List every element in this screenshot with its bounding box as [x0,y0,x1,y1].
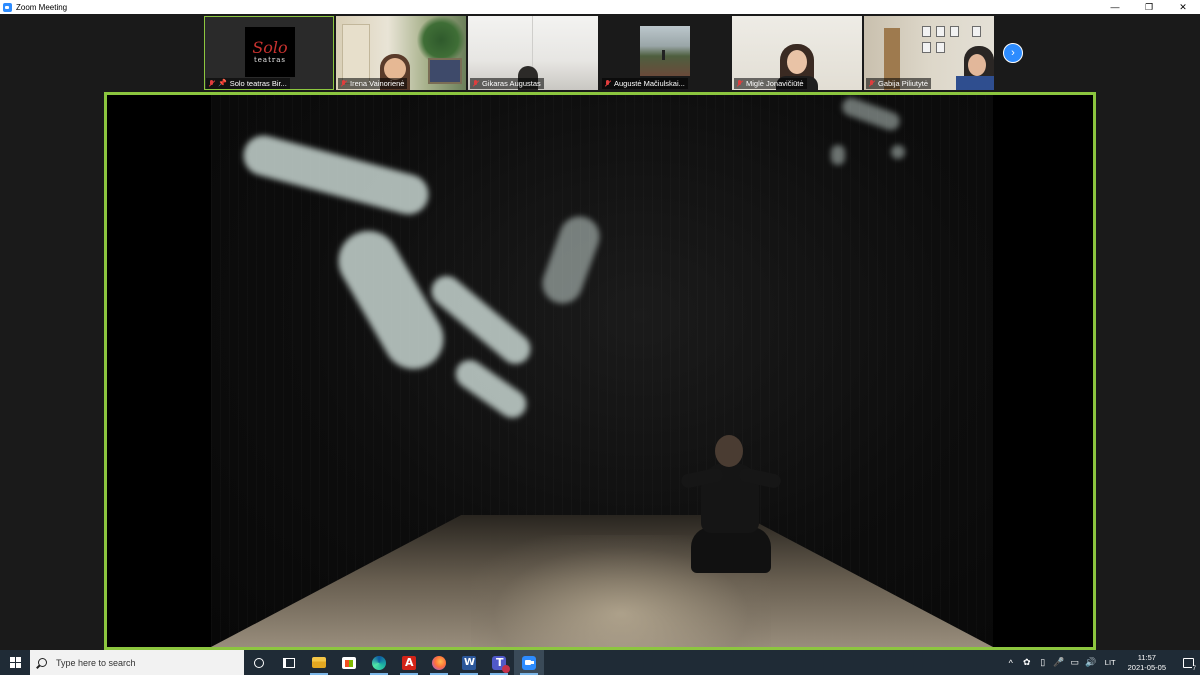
participant-name-label: 📌 Solo teatras Bir... [206,78,290,89]
chevron-right-icon: › [1011,46,1015,59]
edge-icon [372,655,386,670]
start-button[interactable] [0,650,30,675]
notifications-count: 7 [1191,666,1197,672]
action-center-button[interactable]: 7 [1176,650,1200,675]
participant-name-label: Augustė Mačiulskai... [602,78,688,89]
search-icon [38,658,47,667]
search-placeholder: Type here to search [56,657,136,668]
close-button[interactable]: ✕ [1166,0,1200,14]
participant-name-label: Irena Vainorienė [338,78,408,89]
taskbar-microsoft-store[interactable] [334,650,364,675]
task-view-icon [283,657,295,668]
usb-device-icon[interactable]: ▯ [1036,650,1050,675]
muted-mic-icon [737,80,743,87]
participant-name-label: Gikaras Augustas [470,78,544,89]
window-controls: — ❐ ✕ [1098,0,1200,14]
participant-tile-migle[interactable]: Miglė Jonavičiūtė [732,16,862,90]
muted-mic-icon [605,80,611,87]
firefox-icon [432,655,446,670]
taskbar-acrobat[interactable] [394,650,424,675]
participant-tile-irena[interactable]: Irena Vainorienė [336,16,466,90]
taskbar-word[interactable] [454,650,484,675]
windows-icon [9,657,21,668]
acrobat-icon [402,655,416,670]
muted-mic-icon [869,80,875,87]
network-icon[interactable]: ▭ [1068,650,1082,675]
participant-tile-auguste[interactable]: Augustė Mačiulskai... [600,16,730,90]
muted-mic-icon [341,80,347,87]
volume-icon[interactable]: 🔊 [1084,650,1098,675]
participant-name-label: Gabija Piliutytė [866,78,932,89]
bluetooth-app-icon[interactable]: ✿ [1020,650,1034,675]
participant-tile-gabija[interactable]: Gabija Piliutytė [864,16,994,90]
clock-date: 2021-05-05 [1127,662,1166,672]
microphone-icon[interactable]: 🎤 [1052,650,1066,675]
taskbar-firefox[interactable] [424,650,454,675]
clock-time: 11:57 [1137,652,1156,662]
solo-teatras-logo: Solo teatras [245,27,295,77]
pin-icon: 📌 [218,80,227,87]
participant-strip: Solo teatras 📌 Solo teatras Bir... Irena… [204,16,996,90]
show-hidden-icons-button[interactable]: ^ [1004,650,1018,675]
muted-mic-icon [473,80,479,87]
gallery-next-button[interactable]: › [1003,43,1023,63]
window-title: Zoom Meeting [16,2,68,12]
taskbar-teams[interactable] [484,650,514,675]
microsoft-store-icon [342,656,356,669]
zoom-icon [522,655,536,670]
taskbar-edge[interactable] [364,650,394,675]
taskbar-clock[interactable]: 11:57 2021-05-05 [1128,653,1166,673]
minimize-button[interactable]: — [1098,0,1132,14]
input-language[interactable]: LIT [1105,658,1116,667]
windows-taskbar: Type here to search ^ ✿ ▯ 🎤 ▭ 🔊 LIT 11:5… [0,650,1200,675]
muted-mic-icon [209,80,215,87]
profile-picture [640,26,690,76]
active-speaker-video[interactable] [104,92,1096,650]
task-view-button[interactable] [274,650,304,675]
cortana-icon [254,657,264,668]
restore-button[interactable]: ❐ [1132,0,1166,14]
participant-tile-gikaras[interactable]: Gikaras Augustas [468,16,598,90]
taskbar-file-explorer[interactable] [304,650,334,675]
file-explorer-icon [312,657,326,668]
cortana-button[interactable] [244,650,274,675]
participant-tile-solo-teatras[interactable]: Solo teatras 📌 Solo teatras Bir... [204,16,334,90]
teams-notification-badge [502,664,510,673]
taskbar-zoom[interactable] [514,650,544,675]
zoom-app-icon [3,2,12,12]
taskbar-search-box[interactable]: Type here to search [30,650,244,675]
system-tray: ^ ✿ ▯ 🎤 ▭ 🔊 LIT 11:57 2021-05-05 7 [1003,650,1200,675]
participant-name-label: Miglė Jonavičiūtė [734,78,807,89]
meeting-area: Solo teatras 📌 Solo teatras Bir... Irena… [0,14,1200,650]
stage-performance-video [211,95,993,647]
word-icon [462,655,476,670]
teams-icon [492,655,510,673]
window-title-bar[interactable]: Zoom Meeting — ❐ ✕ [0,0,1200,14]
